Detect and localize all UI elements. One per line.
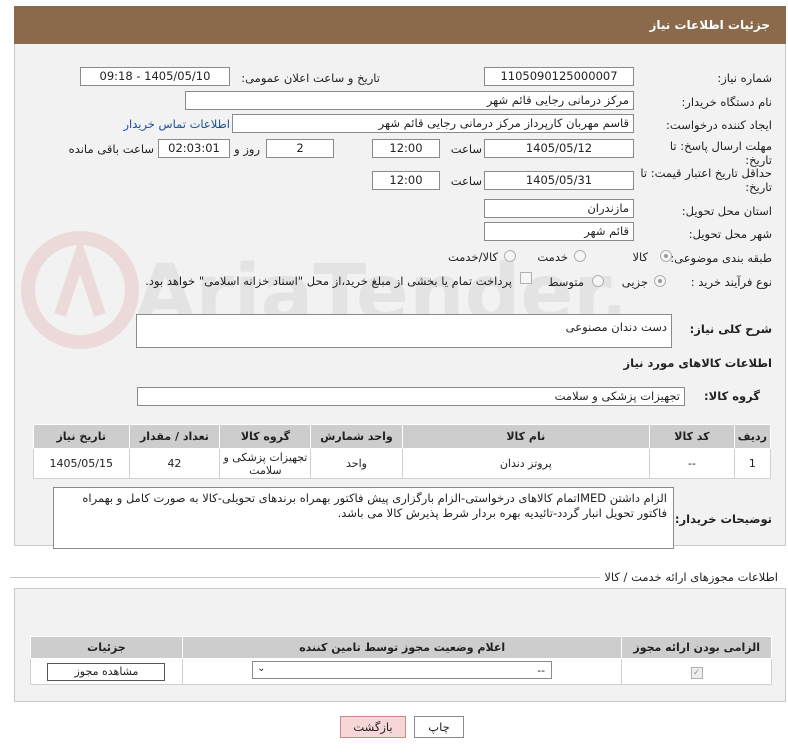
cell-qty: 42 <box>128 448 221 479</box>
deadline-date-field: 1405/05/12 <box>484 139 634 158</box>
cell-group: تجهیزات پزشکی و سلامت <box>219 448 312 479</box>
payment-note: پرداخت تمام یا بخشی از مبلغ خرید،از محل … <box>145 274 512 288</box>
creator-field: قاسم مهربان کارپرداز مرکز درمانی رجایی ق… <box>232 114 634 133</box>
category-option-service: خدمت <box>537 250 568 264</box>
price-valid-label: حداقل تاریخ اعتبار قیمت: تا تاریخ: <box>640 166 772 194</box>
remaining-time-field: 02:03:01 <box>158 139 230 158</box>
price-valid-date-field: 1405/05/31 <box>484 171 634 190</box>
deadline-time-field: 12:00 <box>372 139 440 158</box>
need-number-field: 1105090125000007 <box>484 67 634 86</box>
city-field: قائم شهر <box>484 222 634 241</box>
announce-field: 1405/05/10 - 09:18 <box>80 67 230 86</box>
buyer-notes-textarea[interactable]: الزام داشتن IMEDتمام کالاهای درخواستی-ال… <box>53 487 674 549</box>
permits-divider <box>10 577 600 578</box>
contact-buyer-link[interactable]: اطلاعات تماس خریدار <box>123 117 230 131</box>
back-button[interactable]: بازگشت <box>340 716 406 738</box>
process-label: نوع فرآیند خرید : <box>690 275 772 289</box>
page-title: جزئیات اطلاعات نیاز <box>14 6 786 44</box>
category-option-goods: کالا <box>632 250 648 264</box>
province-label: استان محل تحویل: <box>681 204 772 218</box>
col-name: نام کالا <box>401 424 651 449</box>
permit-required-checkbox[interactable]: ✓ <box>690 666 703 679</box>
permit-status-value: -- <box>537 664 546 677</box>
col-permit-details: جزئیات <box>30 636 183 659</box>
col-permit-required: الزامی بودن ارائه مجوز <box>621 636 772 659</box>
col-date: تاریخ نیاز <box>33 424 130 449</box>
province-field: مازندران <box>484 199 634 218</box>
deadline-label: مهلت ارسال پاسخ: تا تاریخ: <box>669 139 772 167</box>
permit-required-cell: ✓ <box>621 658 772 685</box>
goods-table: ردیف کد کالا نام کالا واحد شمارش گروه کا… <box>33 424 772 479</box>
price-valid-time-field: 12:00 <box>372 171 440 190</box>
col-group: گروه کالا <box>219 424 312 449</box>
city-label: شهر محل تحویل: <box>688 227 772 241</box>
goods-group-field: تجهیزات پزشکی و سلامت <box>137 387 685 406</box>
cell-name: پروتز دندان <box>401 448 651 479</box>
cell-unit: واحد <box>310 448 403 479</box>
print-button[interactable]: چاپ <box>414 716 464 738</box>
goods-info-title: اطلاعات کالاهای مورد نیاز <box>623 356 772 370</box>
process-option-medium: متوسط <box>547 275 584 289</box>
creator-label: ایجاد کننده درخواست: <box>666 118 772 132</box>
goods-group-label: گروه کالا: <box>704 389 760 403</box>
desc-label: شرح کلی نیاز: <box>689 322 772 336</box>
buyer-org-field: مرکز درمانی رجایی قائم شهر <box>185 91 634 110</box>
cell-date: 1405/05/15 <box>33 448 130 479</box>
table-row: 1 -- پروتز دندان واحد تجهیزات پزشکی و سل… <box>33 448 772 479</box>
deadline-time-word: ساعت <box>450 142 482 156</box>
permit-details-cell: مشاهده مجوز <box>30 658 183 685</box>
category-radio-service[interactable] <box>574 250 586 262</box>
buyer-org-label: نام دستگاه خریدار: <box>681 95 772 109</box>
process-radio-medium[interactable] <box>592 275 604 287</box>
permit-status-cell: -- ⌄ <box>181 658 623 685</box>
cell-code: -- <box>649 448 735 479</box>
view-permit-button[interactable]: مشاهده مجوز <box>47 662 166 681</box>
col-permit-status: اعلام وضعیت مجوز توسط تامین کننده <box>181 636 623 659</box>
permit-status-select[interactable]: -- ⌄ <box>252 661 553 679</box>
days-word: روز و <box>234 142 260 156</box>
announce-label: تاریخ و ساعت اعلان عمومی: <box>241 71 380 85</box>
col-row: ردیف <box>733 424 772 449</box>
process-radio-minor[interactable] <box>654 275 666 287</box>
category-radio-goods-service[interactable] <box>504 250 516 262</box>
desc-textarea[interactable]: دست دندان مصنوعی <box>136 314 672 348</box>
payment-checkbox[interactable] <box>520 272 532 284</box>
days-field: 2 <box>266 139 334 158</box>
permits-title: اطلاعات مجوزهای ارائه خدمت / کالا <box>604 570 778 584</box>
cell-row: 1 <box>733 448 772 479</box>
col-unit: واحد شمارش <box>310 424 403 449</box>
permit-row: ✓ -- ⌄ مشاهده مجوز <box>30 658 772 685</box>
col-qty: تعداد / مقدار <box>128 424 221 449</box>
buyer-notes-label: توضیحات خریدار: <box>674 512 772 526</box>
process-option-minor: جزیی <box>621 275 648 289</box>
category-option-goods-service: کالا/خدمت <box>447 250 498 264</box>
price-valid-time-word: ساعت <box>450 174 482 188</box>
category-radio-goods[interactable] <box>660 250 672 262</box>
remaining-word: ساعت باقی مانده <box>68 142 154 156</box>
category-label: طبقه بندی موضوعی: <box>670 251 772 265</box>
chevron-down-icon: ⌄ <box>257 663 266 674</box>
col-code: کد کالا <box>649 424 735 449</box>
permits-table: الزامی بودن ارائه مجوز اعلام وضعیت مجوز … <box>30 636 772 685</box>
need-number-label: شماره نیاز: <box>717 71 772 85</box>
